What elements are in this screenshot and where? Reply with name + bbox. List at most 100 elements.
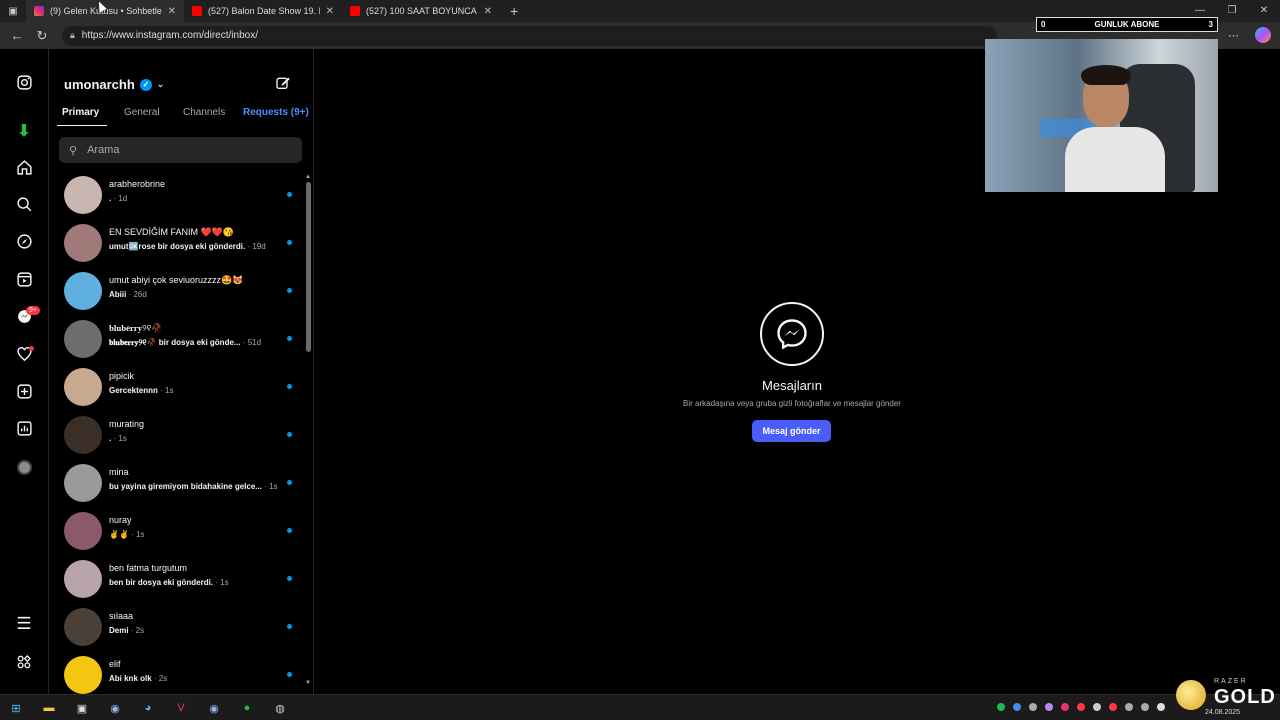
close-window-icon[interactable]: ✕	[1248, 0, 1280, 22]
tray-icon[interactable]	[1093, 703, 1101, 711]
tab-title: (527) 100 SAAT BOYUNCA KADIN	[366, 6, 478, 16]
unread-dot	[287, 672, 292, 677]
create-icon[interactable]	[14, 381, 34, 401]
reels-icon[interactable]	[14, 269, 34, 289]
tray-icon[interactable]	[1061, 703, 1069, 711]
menu-icon[interactable]: ☰	[14, 614, 34, 634]
new-tab-button[interactable]: +	[510, 3, 518, 19]
avatar	[64, 272, 102, 310]
volume-icon[interactable]	[1157, 703, 1165, 711]
verified-badge-icon: ✓	[139, 78, 152, 91]
avatar	[64, 416, 102, 454]
thread-preview: . · 1d	[109, 194, 127, 203]
explore-icon[interactable]	[14, 231, 34, 251]
thread-preview: 𝐛𝐥𝐮𝐛𝐞𝐫𝐫𝐲୨୧🥀 bir dosya eki gönde... · 51d	[109, 338, 261, 348]
store-icon[interactable]: ▣	[74, 700, 90, 716]
thread-name: umut abiyi çok seviuoruzzzz🤩😻	[109, 275, 244, 285]
unread-dot	[287, 480, 292, 485]
tab-requests[interactable]: Requests (9+)	[243, 107, 309, 118]
counter-label: GUNLUK ABONE	[1094, 20, 1160, 29]
send-message-button[interactable]: Mesaj gönder	[752, 420, 831, 442]
inbox-panel: umonarchh ✓ ⌄ Primary General Channels R…	[49, 49, 314, 694]
more-icon[interactable]	[14, 652, 34, 672]
tray-icon[interactable]	[1029, 703, 1037, 711]
copilot-icon[interactable]	[1255, 27, 1271, 43]
username: umonarchh	[64, 77, 135, 92]
instagram-logo-icon[interactable]	[14, 72, 34, 92]
tab-primary[interactable]: Primary	[62, 107, 99, 118]
youtube-icon	[192, 6, 202, 16]
tab-youtube-1[interactable]: (527) Balon Date Show 19. Bölüm ✕	[184, 0, 342, 22]
start-icon[interactable]: ⊞	[8, 700, 24, 716]
tab-youtube-2[interactable]: (527) 100 SAAT BOYUNCA KADIN ✕	[342, 0, 500, 22]
bluetooth-icon[interactable]	[1013, 703, 1021, 711]
thread-time: · 1s	[160, 386, 174, 395]
thread-row[interactable]: EN SEVDİĞİM FANIM ❤️❤️😘 umut🆗rose bir dos…	[49, 219, 304, 267]
scrollbar-thumb[interactable]	[306, 182, 311, 352]
unread-dot	[287, 528, 292, 533]
url-field[interactable]: 🔒︎ https://www.instagram.com/direct/inbo…	[62, 25, 997, 46]
thread-row[interactable]: ben fatma turgutum ben bir dosya eki gönd…	[49, 555, 304, 603]
steam-icon[interactable]: ◉	[107, 700, 123, 716]
scrollbar[interactable]: ▲ ▼	[304, 174, 312, 689]
thread-row[interactable]: mina bu yayina giremiyom bidahakine gelce…	[49, 459, 304, 507]
file-explorer-icon[interactable]: ▬	[41, 700, 57, 716]
unread-dot	[287, 432, 292, 437]
tab-instagram[interactable]: (9) Gelen Kutusu • Sohbetler ✕	[26, 0, 184, 22]
tab-channels[interactable]: Channels	[183, 107, 225, 118]
clock-date: 24.08.2025	[1205, 709, 1241, 716]
search-placeholder: Arama	[87, 144, 120, 156]
close-tab-icon[interactable]: ✕	[326, 6, 334, 17]
spotify-tray-icon[interactable]	[997, 703, 1005, 711]
thread-row[interactable]: nuray ✌️✌️ · 1s	[49, 507, 304, 555]
avatar	[64, 656, 102, 694]
steam-app-icon[interactable]: ◉	[206, 700, 222, 716]
refresh-icon[interactable]: ↻	[34, 28, 50, 44]
preview-text: umut🆗rose bir dosya eki gönderdi.	[109, 242, 246, 251]
profile-icon[interactable]	[14, 457, 34, 477]
thread-name: murating	[109, 419, 145, 429]
home-icon[interactable]	[14, 157, 34, 177]
nav-rail: ⬇ 9+ ☰	[0, 49, 49, 694]
preview-text: Demi	[109, 626, 129, 635]
streamer-hair	[1081, 65, 1131, 85]
thread-row[interactable]: pipicik Gercektennn · 1s	[49, 363, 304, 411]
download-icon[interactable]: ⬇	[14, 121, 34, 141]
tray-icon[interactable]	[1077, 703, 1085, 711]
preview-text: Abi knk olk	[109, 674, 152, 683]
compose-icon[interactable]	[275, 75, 291, 96]
account-switcher[interactable]: umonarchh ✓ ⌄	[64, 77, 164, 92]
thread-preview: . · 1s	[109, 434, 127, 443]
thread-row[interactable]: 𝐛𝐥𝐮𝐛𝐞𝐫𝐫𝐲୨୧🥀 𝐛𝐥𝐮𝐛𝐞𝐫𝐫𝐲୨୧🥀 bir dosya eki gön…	[49, 315, 304, 363]
preview-text: ben bir dosya eki gönderdi.	[109, 578, 214, 587]
thread-name: 𝐛𝐥𝐮𝐛𝐞𝐫𝐫𝐲୨୧🥀	[109, 323, 163, 333]
close-tab-icon[interactable]: ✕	[168, 6, 176, 17]
edge-icon[interactable]: ◕	[140, 700, 156, 716]
thread-preview: bu yayina giremiyom bidahakine gelce... …	[109, 482, 278, 491]
obs-icon[interactable]: ◍	[272, 700, 288, 716]
thread-row[interactable]: umut abiyi çok seviuoruzzzz🤩😻 Abiii · 26d	[49, 267, 304, 315]
tab-general[interactable]: General	[124, 107, 160, 118]
back-icon[interactable]: ←	[9, 28, 25, 43]
browser-more-icon[interactable]: ⋯	[1228, 29, 1239, 42]
thread-row[interactable]: sılaaa Demi · 2s	[49, 603, 304, 651]
spotify-icon[interactable]: ●	[239, 700, 255, 716]
thread-row[interactable]: arabherobrine. · 1d	[49, 171, 304, 219]
thread-row[interactable]: elif Abi knk olk · 2s	[49, 651, 304, 699]
empty-state-title: Mesajların	[762, 378, 822, 393]
close-tab-icon[interactable]: ✕	[484, 6, 492, 17]
tray-icon[interactable]	[1045, 703, 1053, 711]
dashboard-icon[interactable]	[14, 418, 34, 438]
thread-name: nuray	[109, 515, 132, 525]
avatar	[64, 368, 102, 406]
tab-actions-icon[interactable]: ▣	[0, 6, 26, 17]
tray-icon[interactable]	[1141, 703, 1149, 711]
thread-row[interactable]: murating . · 1s	[49, 411, 304, 459]
search-input[interactable]: ⚲ Arama	[59, 137, 302, 163]
search-icon[interactable]	[14, 194, 34, 214]
tray-icon[interactable]	[1125, 703, 1133, 711]
maximize-icon[interactable]: ❐	[1216, 0, 1248, 22]
thread-preview: Abiii · 26d	[109, 290, 147, 299]
tray-icon[interactable]	[1109, 703, 1117, 711]
valorant-icon[interactable]: V	[173, 700, 189, 716]
